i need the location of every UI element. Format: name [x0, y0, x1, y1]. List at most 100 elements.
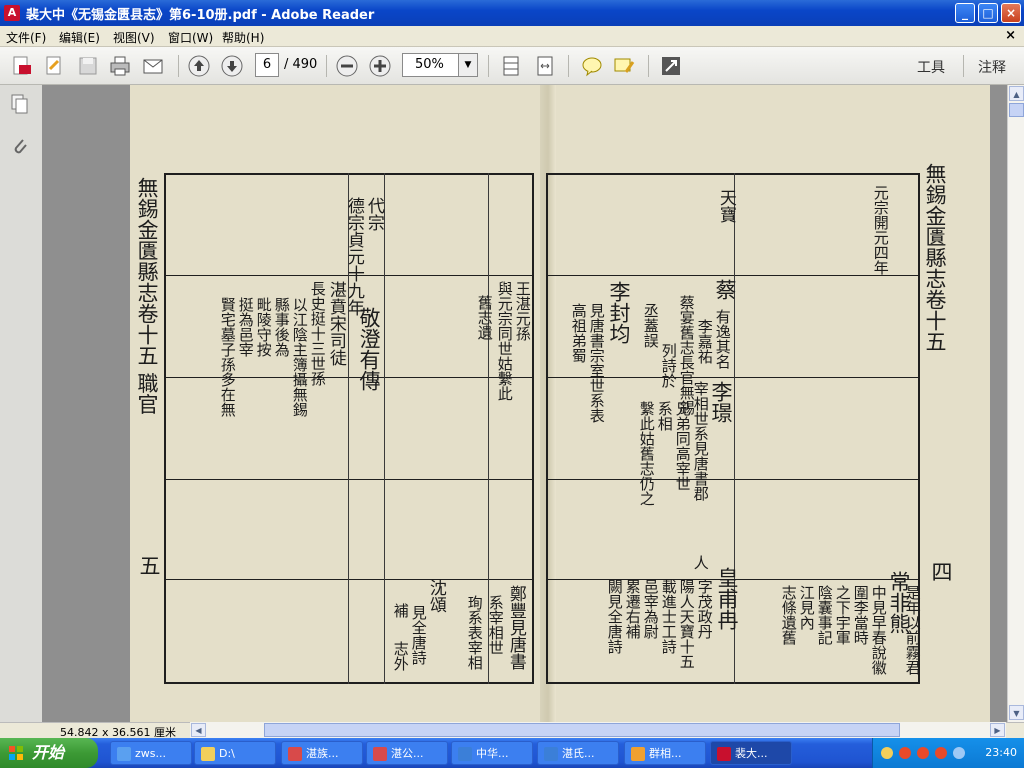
system-tray: 23:40	[872, 738, 1024, 768]
document-close-icon[interactable]: ×	[1005, 28, 1016, 43]
menu-help[interactable]: 帮助(H)	[222, 29, 264, 46]
tray-icon[interactable]	[917, 747, 929, 759]
zoom-in-icon[interactable]	[368, 54, 392, 78]
save-icon[interactable]	[76, 54, 100, 78]
horizontal-scrollbar[interactable]: ◀ ▶	[190, 722, 1006, 738]
taskbar-button[interactable]: 湛族...	[281, 741, 363, 765]
text-column: 高祖弟蜀	[569, 303, 588, 363]
vertical-scrollbar[interactable]: ▲ ▼	[1007, 85, 1024, 722]
text-column: 圍李當時	[851, 585, 870, 645]
text-column: 系相	[655, 401, 674, 431]
text-column: 江見內	[797, 585, 816, 630]
text-column: 珣系表宰相	[465, 595, 484, 670]
text-column: 代宗	[363, 197, 384, 231]
text-column: 補	[391, 603, 410, 618]
maximize-button[interactable]: □	[978, 3, 998, 23]
menu-view[interactable]: 视图(V)	[113, 29, 155, 46]
text-column: 以江陰主簿攝無錫	[290, 297, 309, 417]
horizontal-scroll-thumb[interactable]	[264, 723, 900, 737]
adobe-reader-icon: A	[4, 5, 20, 21]
app-icon	[544, 747, 558, 761]
next-page-icon[interactable]	[220, 54, 244, 78]
zoom-out-icon[interactable]	[335, 54, 359, 78]
window-title: 裴大中《无锡金匮县志》第6-10册.pdf - Adobe Reader	[26, 8, 375, 23]
app-icon	[458, 747, 472, 761]
page-total: / 490	[284, 57, 318, 72]
fit-page-icon[interactable]	[499, 54, 523, 78]
text-column: 中見早春說徽	[869, 585, 888, 675]
text-column: 舊志遺	[475, 295, 494, 340]
chevron-down-icon[interactable]: ▼	[458, 54, 477, 76]
text-column: 賢宅墓子孫多在無	[218, 297, 237, 417]
text-column: 陽人天寶十五	[677, 579, 696, 669]
text-column: 見全唐詩	[409, 605, 428, 665]
taskbar-button[interactable]: 湛氏...	[537, 741, 619, 765]
taskbar-button[interactable]: 群相...	[624, 741, 706, 765]
windows-flag-icon	[9, 746, 23, 760]
text-column: 邑宰為尉	[641, 579, 660, 639]
book-fold	[540, 85, 556, 722]
email-icon[interactable]	[141, 54, 165, 78]
zoom-select[interactable]: 50% ▼	[402, 53, 478, 77]
tray-icon[interactable]	[935, 747, 947, 759]
text-column: 蔡	[713, 279, 738, 300]
text-column: 挺為邑宰	[236, 297, 255, 357]
vertical-scroll-thumb[interactable]	[1009, 103, 1024, 117]
text-column: 長史挺十三世孫	[308, 281, 327, 386]
text-column: 縣事後為	[272, 297, 291, 357]
create-pdf-icon[interactable]	[10, 54, 34, 78]
text-column: 有逸其名	[713, 309, 732, 369]
scroll-down-icon[interactable]: ▼	[1009, 705, 1024, 720]
attachments-panel-icon[interactable]	[9, 135, 31, 157]
clock: 23:40	[985, 746, 1017, 759]
menu-file[interactable]: 文件(F)	[6, 29, 46, 46]
scroll-up-icon[interactable]: ▲	[1009, 86, 1024, 101]
app-icon	[373, 747, 387, 761]
text-column: 陰囊事記	[815, 585, 834, 645]
highlight-icon[interactable]	[612, 54, 636, 78]
page-number-input[interactable]: 6	[255, 53, 279, 77]
close-button[interactable]: ×	[1001, 3, 1021, 23]
fit-width-icon[interactable]	[533, 54, 557, 78]
minimize-button[interactable]: _	[955, 3, 975, 23]
text-column: 字茂政丹	[695, 579, 714, 639]
taskbar-button[interactable]: 裴大...	[710, 741, 792, 765]
taskbar-button[interactable]: 中华...	[451, 741, 533, 765]
scroll-right-icon[interactable]: ▶	[990, 723, 1005, 737]
text-column: 累遷右補	[623, 579, 642, 639]
taskbar-button[interactable]: D:\	[194, 741, 276, 765]
menu-bar: 文件(F) 编辑(E) 视图(V) 窗口(W) 帮助(H) ×	[0, 26, 1024, 47]
document-view[interactable]: 無錫金匱縣志卷十五 職官 五 代宗 德宗貞元十九年 敬澄有傳 王湛元孫 與元宗同…	[42, 85, 1007, 722]
start-button[interactable]: 开始	[0, 738, 98, 768]
pages-panel-icon[interactable]	[9, 93, 31, 115]
comment-icon[interactable]	[580, 54, 604, 78]
text-column: 德宗貞元十九年	[343, 197, 364, 316]
text-column: 兄弟同高宰世	[673, 401, 692, 491]
scanned-page: 無錫金匱縣志卷十五 職官 五 代宗 德宗貞元十九年 敬澄有傳 王湛元孫 與元宗同…	[130, 85, 990, 722]
right-page-folio: 四	[929, 561, 954, 582]
menu-edit[interactable]: 编辑(E)	[59, 29, 100, 46]
menu-window[interactable]: 窗口(W)	[168, 29, 213, 46]
tray-icon[interactable]	[881, 747, 893, 759]
scroll-left-icon[interactable]: ◀	[191, 723, 206, 737]
prev-page-icon[interactable]	[187, 54, 211, 78]
fullscreen-icon[interactable]	[659, 54, 683, 78]
taskbar-button-label: 湛公...	[391, 747, 424, 760]
tools-pane-button[interactable]: 工具	[917, 57, 945, 77]
app-icon	[631, 747, 645, 761]
zoom-value: 50%	[415, 57, 444, 72]
text-column: 沈頌	[425, 579, 446, 613]
comment-pane-button[interactable]: 注释	[978, 57, 1006, 77]
network-icon[interactable]	[953, 747, 965, 759]
text-column: 鄭豐見唐書	[505, 585, 526, 670]
edit-icon[interactable]	[42, 54, 66, 78]
left-page-folio: 五	[137, 555, 162, 576]
text-column: 是年以前霧君	[903, 585, 922, 675]
taskbar-button[interactable]: zws...	[110, 741, 192, 765]
taskbar-button[interactable]: 湛公...	[366, 741, 448, 765]
text-column: 繫此姑舊志仍之	[637, 401, 656, 506]
print-icon[interactable]	[108, 54, 132, 78]
taskbar-button-label: 湛氏...	[562, 747, 595, 760]
tray-icon[interactable]	[899, 747, 911, 759]
text-column: 之下宇軍	[833, 585, 852, 645]
